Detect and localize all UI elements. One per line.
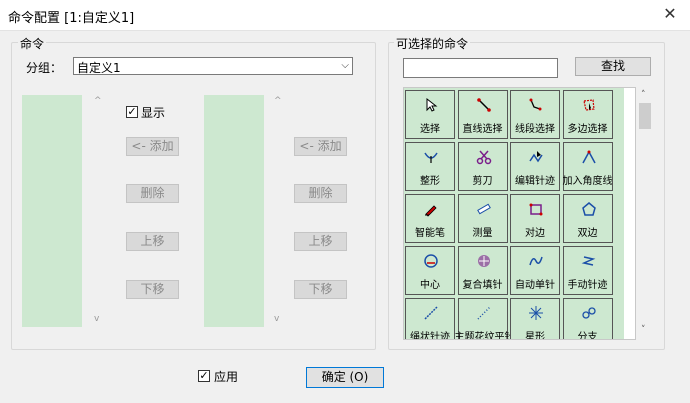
window-title: 命令配置 [1:自定义1] (8, 11, 135, 26)
command-tile-label: 手动针迹 (567, 280, 608, 291)
add-button-right[interactable]: <- 添加 (294, 137, 347, 156)
star-icon (529, 306, 543, 320)
command-tile-label: 编辑针迹 (515, 176, 555, 187)
delete-button-left[interactable]: 删除 (126, 184, 179, 203)
compound-fill-icon (477, 255, 490, 267)
command-tile[interactable]: 中心 (405, 246, 455, 295)
group-label: 分组： (26, 61, 63, 75)
group-select-value: 自定义1 (77, 61, 121, 75)
command-tile-label: 多边选择 (567, 124, 608, 135)
current-commands-list[interactable] (22, 95, 82, 327)
branch-icon (581, 307, 596, 319)
title-bar: 命令配置 [1:自定义1] ✕ (0, 0, 690, 31)
chevron-down-icon: ⌵ (341, 60, 349, 71)
move-up-button-right[interactable]: 上移 (294, 232, 347, 251)
command-tile-label: 绳状针迹 (410, 332, 450, 340)
command-tile-label: 复合填针 (462, 280, 503, 291)
show-checkbox[interactable]: ✓ (126, 106, 138, 118)
command-tile-label: 选择 (420, 124, 440, 135)
command-tile-label: 直线选择 (462, 124, 503, 135)
find-button[interactable]: 查找 (575, 57, 651, 76)
show-label: 显示 (141, 106, 166, 120)
move-up-button-left[interactable]: 上移 (126, 232, 179, 251)
available-commands-legend: 可选择的命令 (394, 35, 471, 52)
command-tile-label: 加入角度线 (562, 176, 613, 187)
command-tile-label: 智能笔 (415, 228, 445, 239)
scissors-icon (476, 150, 491, 165)
command-tile[interactable]: 加入角度线 (562, 142, 613, 191)
command-tile-label: 对边 (525, 228, 545, 239)
secondary-commands-list[interactable] (204, 95, 264, 327)
scroll-up-icon[interactable]: ˄ (641, 90, 646, 100)
command-grid: 选择 直线选择 线段选择 多边选择整形 剪刀 编辑针迹 加入角度线智能笔 测量 对边 双边中心 复合… (403, 87, 636, 340)
commands-group-legend: 命令 (18, 35, 47, 52)
command-tile[interactable]: 智能笔 (405, 194, 455, 243)
command-tile[interactable]: 复合填针 (457, 246, 508, 295)
command-tile[interactable]: 剪刀 (457, 142, 508, 191)
command-tile-label: 主题花纹平针 (454, 332, 515, 340)
command-tile-label: 剪刀 (472, 176, 493, 187)
command-tile[interactable]: 双边 (562, 194, 613, 243)
command-tile-label: 双边 (577, 228, 598, 239)
list-scroll-down-icon[interactable]: v (94, 314, 99, 324)
command-tile-label: 自动单针 (515, 280, 555, 291)
segment-select-icon (529, 98, 542, 111)
line-select-icon (476, 98, 491, 112)
command-tile-label: 分支 (577, 332, 598, 340)
command-tile[interactable]: 手动针迹 (562, 246, 613, 295)
command-tile[interactable]: 自动单针 (510, 246, 560, 295)
command-tile[interactable]: 直线选择 (457, 90, 508, 139)
command-grid-scrollbar[interactable]: ˄ ˅ (637, 87, 654, 340)
delete-button-right[interactable]: 删除 (294, 184, 347, 203)
move-down-button-left[interactable]: 下移 (126, 280, 179, 299)
manual-stitch-icon (581, 256, 595, 266)
search-input[interactable] (403, 58, 558, 78)
command-tile[interactable]: 分支 (562, 298, 613, 340)
command-tile-label: 线段选择 (515, 124, 555, 135)
command-tile-label: 星形 (525, 332, 545, 340)
polygon-select-icon (582, 99, 595, 111)
cursor-icon (426, 97, 438, 112)
command-tile-label: 中心 (420, 280, 440, 291)
command-tile[interactable]: 主题花纹平针 (454, 298, 515, 340)
close-icon[interactable]: ✕ (660, 4, 680, 23)
apply-checkbox[interactable]: ✓ (198, 370, 210, 382)
list2-scroll-up-icon[interactable]: ^ (274, 96, 282, 106)
add-button-left[interactable]: <- 添加 (126, 137, 179, 156)
double-edge-icon (581, 202, 596, 216)
command-tile[interactable]: 星形 (510, 298, 560, 340)
auto-single-stitch-icon (529, 256, 543, 266)
group-select[interactable]: 自定义1 ⌵ (73, 57, 353, 75)
smart-pen-icon (425, 205, 437, 217)
add-angle-line-icon (581, 150, 596, 164)
move-down-button-right[interactable]: 下移 (294, 280, 347, 299)
edit-stitch-icon (529, 151, 543, 163)
command-tile[interactable]: 测量 (457, 194, 508, 243)
ok-button[interactable]: 确定 (O) (306, 367, 384, 388)
apply-label: 应用 (214, 370, 239, 384)
center-icon (424, 254, 438, 268)
command-tile[interactable]: 线段选择 (510, 90, 560, 139)
command-tile-label: 测量 (472, 228, 493, 239)
command-tile[interactable]: 绳状针迹 (405, 298, 455, 340)
command-tile-label: 整形 (420, 176, 440, 187)
command-tile[interactable]: 选择 (405, 90, 455, 139)
opposite-edge-icon (529, 203, 543, 216)
command-tile[interactable]: 对边 (510, 194, 560, 243)
scroll-down-icon[interactable]: ˅ (641, 325, 646, 335)
list-scroll-up-icon[interactable]: ^ (94, 96, 102, 106)
command-tile[interactable]: 多边选择 (562, 90, 613, 139)
reshape-icon (424, 152, 438, 163)
rope-stitch-icon (424, 306, 438, 320)
scrollbar-thumb[interactable] (639, 103, 651, 129)
command-tile[interactable]: 编辑针迹 (510, 142, 560, 191)
motif-run-icon (476, 306, 491, 320)
measure-icon (476, 203, 491, 215)
list2-scroll-down-icon[interactable]: v (274, 314, 279, 324)
command-tile[interactable]: 整形 (405, 142, 455, 191)
